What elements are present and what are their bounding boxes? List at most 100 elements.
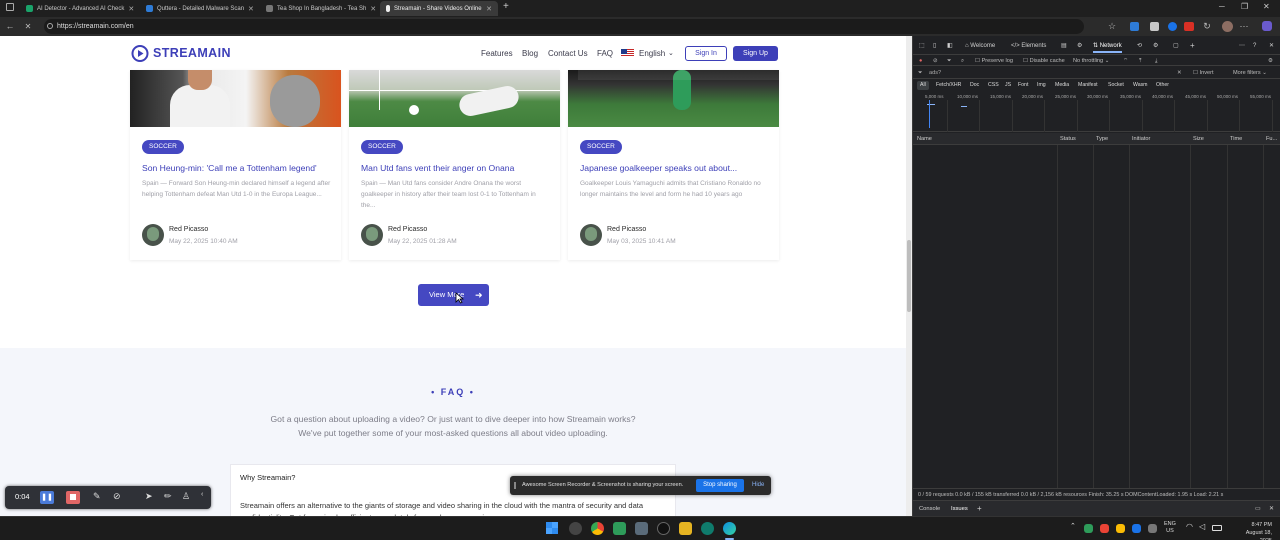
type-filter-other[interactable]: Other: [1153, 81, 1172, 90]
more-menu-icon[interactable]: ⋯: [1238, 19, 1250, 34]
close-window-icon[interactable]: ✕: [1263, 2, 1270, 11]
close-icon[interactable]: ✕: [248, 5, 254, 13]
tab-ai-detector[interactable]: AI Detector - Advanced AI Check ✕: [20, 1, 138, 16]
throttling-select[interactable]: No throttling ⌄: [1073, 56, 1109, 66]
tab-network[interactable]: ⇅ Network: [1093, 39, 1122, 53]
clear-filter-icon[interactable]: ✕: [1177, 68, 1182, 78]
column-status[interactable]: Status: [1060, 133, 1076, 145]
dock-drawer-icon[interactable]: ▭: [1255, 501, 1260, 517]
news-card[interactable]: SOCCER Japanese goalkeeper speaks out ab…: [568, 70, 779, 260]
system-clock[interactable]: 8:47 PM August 18, 2025: [1240, 521, 1272, 540]
nav-faq[interactable]: FAQ: [597, 49, 613, 58]
stop-loading-icon[interactable]: ✕: [22, 19, 34, 34]
wifi-icon[interactable]: ◠: [1186, 522, 1193, 531]
close-drawer-icon[interactable]: ✕: [1269, 501, 1274, 517]
record-icon[interactable]: ●: [919, 56, 922, 66]
draw-tool-icon[interactable]: ✎: [93, 491, 101, 502]
extension-icon[interactable]: [1168, 22, 1177, 31]
brand-name[interactable]: STREAMAIN: [153, 46, 231, 60]
highlighter-icon[interactable]: ♙: [182, 491, 190, 502]
tab-quttera[interactable]: Quttera - Detailed Malware Scan ✕: [140, 1, 258, 16]
tab-streamain[interactable]: Streamain - Share Videos Online ✕: [380, 1, 498, 16]
more-tabs-icon[interactable]: +: [1190, 39, 1195, 53]
add-drawer-tab-icon[interactable]: +: [977, 501, 982, 517]
type-filter-css[interactable]: CSS: [985, 81, 1002, 90]
sign-in-button[interactable]: Sign In: [685, 46, 727, 61]
article-image[interactable]: [568, 70, 779, 127]
tray-app-icon[interactable]: [1084, 524, 1093, 533]
stop-sharing-button[interactable]: Stop sharing: [696, 479, 744, 492]
favorite-star-icon[interactable]: ☆: [1106, 19, 1118, 34]
type-filter-socket[interactable]: Socket: [1105, 81, 1127, 90]
scrollbar-thumb[interactable]: [907, 240, 911, 312]
view-more-button[interactable]: View More ➜: [418, 284, 489, 306]
article-title[interactable]: Man Utd fans vent their anger on Onana: [361, 163, 556, 173]
collapse-icon[interactable]: ‹: [201, 491, 203, 498]
news-card[interactable]: SOCCER Man Utd fans vent their anger on …: [349, 70, 560, 260]
calculator-icon[interactable]: [635, 522, 648, 535]
mic-off-icon[interactable]: ⊘: [113, 491, 121, 502]
memory-icon[interactable]: ⚙: [1153, 39, 1158, 53]
profile-avatar[interactable]: [1222, 21, 1233, 32]
network-timeline[interactable]: 5,000 ms 10,000 ms 15,000 ms 20,000 ms 2…: [913, 92, 1280, 132]
column-fulfilled-by[interactable]: Fu...: [1266, 133, 1277, 145]
windows-start-icon[interactable]: [546, 522, 558, 534]
tab-welcome[interactable]: ⌂ Welcome: [965, 39, 995, 53]
bluetooth-icon[interactable]: [1132, 524, 1141, 533]
faq-question[interactable]: Why Streamain?: [240, 473, 295, 482]
window-menu-icon[interactable]: [6, 3, 14, 11]
app-icon[interactable]: [613, 522, 626, 535]
inspect-icon[interactable]: ⬚: [919, 39, 925, 53]
edge-icon[interactable]: [723, 522, 736, 535]
steam-icon[interactable]: [657, 522, 670, 535]
streamain-logo-icon[interactable]: [130, 45, 150, 62]
hide-button[interactable]: Hide: [752, 482, 764, 488]
type-filter-doc[interactable]: Doc: [967, 81, 982, 90]
recorder-extension-icon[interactable]: [1184, 22, 1194, 31]
drag-handle-icon[interactable]: [514, 482, 516, 489]
clear-icon[interactable]: ⊘: [933, 56, 938, 66]
file-explorer-icon[interactable]: [679, 522, 692, 535]
search-icon[interactable]: [569, 522, 582, 535]
article-title[interactable]: Son Heung-min: 'Call me a Tottenham lege…: [142, 163, 337, 173]
column-time[interactable]: Time: [1230, 133, 1242, 145]
minimize-icon[interactable]: ─: [1219, 2, 1225, 11]
more-filters-select[interactable]: More filters ⌄: [1233, 68, 1267, 78]
type-filter-all[interactable]: All: [917, 81, 929, 90]
type-filter-js[interactable]: JS: [1002, 81, 1014, 90]
language-select[interactable]: English: [639, 49, 665, 58]
column-name[interactable]: Name: [917, 133, 932, 145]
tray-app-icon[interactable]: [1116, 524, 1125, 533]
article-image[interactable]: [130, 70, 341, 127]
column-size[interactable]: Size: [1193, 133, 1204, 145]
refresh-icon[interactable]: ↻: [1201, 19, 1213, 34]
search-icon[interactable]: ⌕: [961, 56, 964, 66]
tab-tea-shop[interactable]: Tea Shop In Bangladesh - Tea Sh ✕: [260, 1, 378, 16]
drawer-tab-issues[interactable]: Issues: [951, 501, 968, 517]
tray-app-icon[interactable]: [1148, 524, 1157, 533]
volume-icon[interactable]: ◁: [1199, 522, 1205, 531]
help-icon[interactable]: ?: [1253, 39, 1256, 53]
type-filter-font[interactable]: Font: [1015, 81, 1031, 90]
extension-icon[interactable]: [1130, 22, 1139, 31]
dock-icon[interactable]: ◧: [947, 39, 953, 53]
cursor-tool-icon[interactable]: ➤: [145, 491, 153, 502]
category-badge[interactable]: SOCCER: [142, 140, 184, 154]
preserve-log-checkbox[interactable]: ☐ Preserve log: [975, 56, 1013, 66]
pause-button[interactable]: ❚❚: [40, 491, 54, 504]
export-icon[interactable]: ⤓: [1155, 56, 1157, 66]
drawer-tab-console[interactable]: Console: [919, 501, 940, 517]
more-options-icon[interactable]: ⋯: [1239, 39, 1245, 53]
device-toolbar-icon[interactable]: ▯: [933, 39, 936, 53]
filter-icon[interactable]: ⏷: [947, 56, 951, 66]
type-filter-media[interactable]: Media: [1052, 81, 1072, 90]
close-icon[interactable]: ✕: [486, 5, 492, 13]
column-initiator[interactable]: Initiator: [1132, 133, 1150, 145]
url-field[interactable]: https://streamain.com/en: [44, 19, 1084, 34]
copilot-icon[interactable]: [1262, 21, 1272, 31]
category-badge[interactable]: SOCCER: [580, 140, 622, 154]
input-language[interactable]: ENG US: [1164, 521, 1176, 535]
show-hidden-icons[interactable]: ⌃: [1070, 522, 1076, 530]
settings-gear-icon[interactable]: ⚙: [1268, 56, 1273, 66]
app-icon[interactable]: [701, 522, 714, 535]
